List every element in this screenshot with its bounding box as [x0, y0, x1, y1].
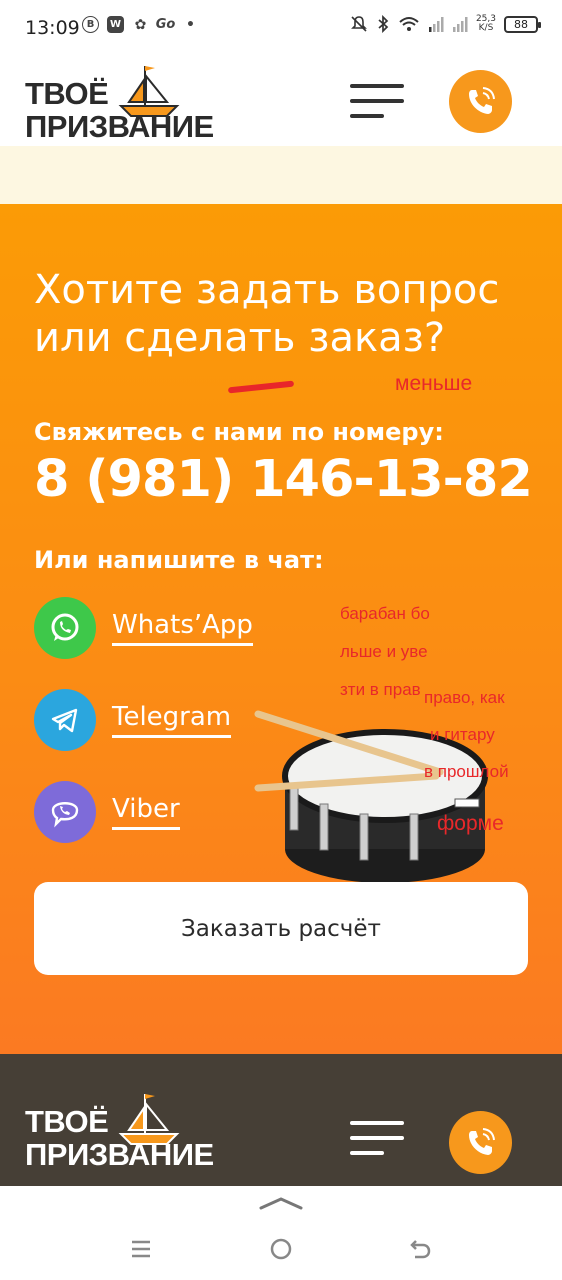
network-speed: 25,3 K/S	[476, 15, 496, 33]
contact-headline: Хотите задать вопрос или сделать заказ?	[34, 267, 500, 361]
logo-text-line1: ТВОЁ	[25, 76, 109, 111]
annotation-drum-1: барабан бо	[340, 604, 430, 623]
menu-line	[350, 84, 404, 88]
whatsapp-label[interactable]: Whats’App	[112, 610, 253, 646]
telegram-link[interactable]: Telegram	[34, 689, 274, 751]
menu-button[interactable]	[350, 84, 404, 120]
chat-label: Или напишите в чат:	[34, 546, 324, 574]
site-logo[interactable]: ТВОЁ ПРИЗВАНИЕ	[25, 66, 225, 144]
call-button[interactable]	[449, 70, 512, 133]
phone-icon	[468, 86, 495, 114]
call-label: Свяжитесь с нами по номеру:	[34, 418, 444, 446]
link-app-icon: Go	[155, 17, 176, 32]
battery-indicator: 88	[504, 15, 541, 33]
menu-line	[350, 1136, 404, 1140]
home-icon[interactable]	[269, 1237, 293, 1261]
footer-call-button[interactable]	[449, 1111, 512, 1174]
site-footer: ТВОЁ ПРИЗВАНИЕ	[0, 1054, 562, 1186]
phone-number[interactable]: 8 (981) 146-13-82	[34, 450, 533, 509]
viber-icon	[34, 781, 96, 843]
bluetooth-icon	[378, 15, 389, 33]
annotation-drum-6: в прошлой	[424, 762, 509, 781]
menu-line	[350, 1151, 384, 1155]
footer-logo-text-line2: ПРИЗВАНИЕ	[25, 1137, 214, 1172]
whatsapp-icon	[34, 597, 96, 659]
viber-label[interactable]: Viber	[112, 794, 180, 830]
contact-section: Хотите задать вопрос или сделать заказ? …	[0, 204, 562, 1054]
annotation-drum-2: льше и уве	[340, 642, 428, 661]
mute-icon	[351, 16, 367, 32]
footer-menu-button[interactable]	[350, 1121, 404, 1157]
viber-link[interactable]: Viber	[34, 781, 274, 843]
logo-text-line2: ПРИЗВАНИЕ	[25, 109, 214, 144]
annotation-stroke	[227, 380, 295, 394]
order-calculation-button[interactable]: Заказать расчёт	[34, 882, 528, 975]
signal-1-icon	[428, 17, 444, 32]
dots-app-icon: ✿	[134, 16, 147, 33]
footer-logo-text-line1: ТВОЁ	[25, 1104, 109, 1139]
annotation-drum-7: форме	[437, 812, 504, 835]
menu-line	[350, 114, 384, 118]
site-header: ТВОЁ ПРИЗВАНИЕ	[0, 58, 562, 146]
b-app-icon: B	[82, 16, 99, 33]
more-dot-icon: •	[186, 16, 195, 33]
notification-icons: B W ✿ Go •	[82, 16, 199, 33]
signal-2-icon	[452, 17, 468, 32]
telegram-label[interactable]: Telegram	[112, 702, 232, 738]
system-nav-bar	[0, 1186, 562, 1280]
expand-handle-icon[interactable]	[259, 1196, 303, 1210]
menu-line	[350, 1121, 404, 1125]
menu-line	[350, 99, 404, 103]
status-time: 13:09	[25, 17, 80, 39]
status-bar: 13:09 B W ✿ Go • 25,3 K/S 88	[0, 0, 562, 58]
whatsapp-link[interactable]: Whats’App	[34, 597, 274, 659]
annotation-drum-5: и гитару	[430, 725, 495, 744]
recent-apps-icon[interactable]	[130, 1238, 152, 1260]
wifi-icon	[399, 17, 419, 31]
annotation-drum-3: зти в прав	[340, 680, 421, 699]
w-app-icon: W	[107, 16, 124, 33]
annotation-drum-4: право, как	[424, 688, 505, 707]
banner-strip	[0, 146, 562, 204]
telegram-icon	[34, 689, 96, 751]
footer-logo[interactable]: ТВОЁ ПРИЗВАНИЕ	[25, 1094, 225, 1172]
net-speed-unit: K/S	[478, 23, 494, 33]
phone-icon	[468, 1127, 495, 1155]
back-icon[interactable]	[409, 1237, 433, 1261]
annotation-smaller: меньше	[395, 372, 473, 395]
battery-level: 88	[514, 17, 528, 31]
system-icons: 25,3 K/S 88	[350, 15, 541, 33]
